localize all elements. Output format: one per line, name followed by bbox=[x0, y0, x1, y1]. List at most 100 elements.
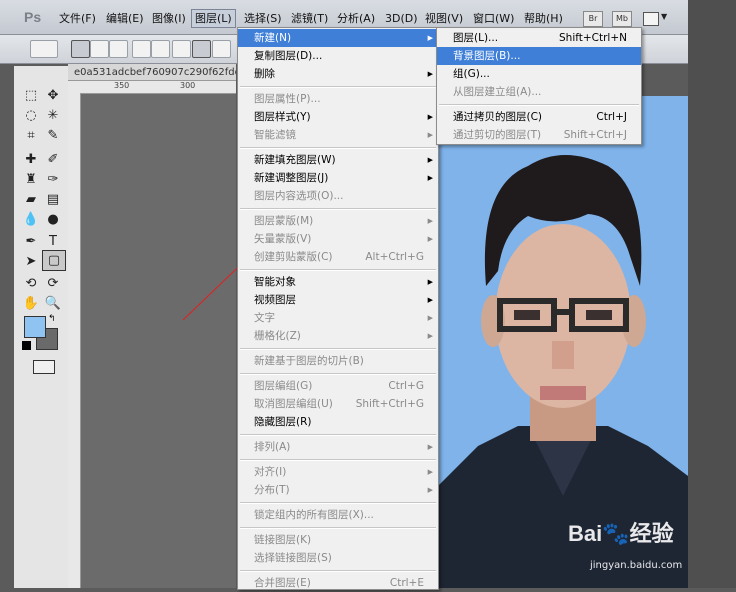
submenu-arrow-icon: ▶ bbox=[427, 468, 433, 476]
menu-item: 合并图层(E) Ctrl+E bbox=[238, 574, 438, 592]
submenu-arrow-icon: ▶ bbox=[427, 70, 433, 78]
menu-item[interactable]: 智能对象 ▶ bbox=[238, 273, 438, 291]
menu-separator bbox=[240, 527, 436, 529]
menu-item-label: 组(G)... bbox=[453, 68, 490, 80]
menu-item: 图层属性(P)... bbox=[238, 90, 438, 108]
menu-item: 智能滤镜 ▶ bbox=[238, 126, 438, 144]
menu-item[interactable]: 图层样式(Y) ▶ bbox=[238, 108, 438, 126]
menu-separator bbox=[240, 434, 436, 436]
menu-item-label: 选择链接图层(S) bbox=[254, 552, 332, 564]
menu-item: 对齐(I) ▶ bbox=[238, 463, 438, 481]
menu-item-label: 新建基于图层的切片(B) bbox=[254, 355, 364, 367]
menu-item[interactable]: 图层(L)... Shift+Ctrl+N bbox=[437, 29, 641, 47]
foreground-color-swatch[interactable] bbox=[24, 316, 46, 338]
menu-item-shortcut: Shift+Ctrl+J bbox=[563, 129, 627, 141]
menu-item[interactable]: 通过拷贝的图层(C) Ctrl+J bbox=[437, 108, 641, 126]
menu-item: 分布(T) ▶ bbox=[238, 481, 438, 499]
menu-item-label: 删除 bbox=[254, 68, 275, 80]
submenu-arrow-icon: ▶ bbox=[427, 296, 433, 304]
menu-item-label: 取消图层编组(U) bbox=[254, 398, 333, 410]
menu-item: 锁定组内的所有图层(X)... bbox=[238, 506, 438, 524]
menu-item-label: 智能滤镜 bbox=[254, 129, 296, 141]
menu-item: 图层蒙版(M) ▶ bbox=[238, 212, 438, 230]
menu-separator bbox=[240, 373, 436, 375]
submenu-arrow-icon: ▶ bbox=[427, 443, 433, 451]
menu-item: 图层内容选项(O)... bbox=[238, 187, 438, 205]
menu-item-label: 排列(A) bbox=[254, 441, 291, 453]
menu-item-label: 图层内容选项(O)... bbox=[254, 190, 344, 202]
menu-item-label: 图层样式(Y) bbox=[254, 111, 311, 123]
submenu-arrow-icon: ▶ bbox=[427, 278, 433, 286]
menu-item[interactable]: 新建(N) ▶ bbox=[238, 29, 438, 47]
menu-separator bbox=[240, 269, 436, 271]
menu-item[interactable]: 视频图层 ▶ bbox=[238, 291, 438, 309]
menu-item-label: 背景图层(B)... bbox=[453, 50, 521, 62]
submenu-arrow-icon: ▶ bbox=[427, 217, 433, 225]
menu-item-shortcut: Alt+Ctrl+G bbox=[365, 251, 424, 263]
menu-item-label: 分布(T) bbox=[254, 484, 290, 496]
submenu-arrow-icon: ▶ bbox=[427, 486, 433, 494]
menu-separator bbox=[439, 104, 639, 106]
menu-item-label: 隐藏图层(R) bbox=[254, 416, 312, 428]
menu-item-label: 链接图层(K) bbox=[254, 534, 312, 546]
menu-item-label: 矢量蒙版(V) bbox=[254, 233, 312, 245]
menu-item-label: 合并图层(E) bbox=[254, 577, 311, 589]
menu-item-label: 图层编组(G) bbox=[254, 380, 313, 392]
menu-item[interactable]: 新建填充图层(W) ▶ bbox=[238, 151, 438, 169]
menu-item[interactable]: 组(G)... bbox=[437, 65, 641, 83]
menu-separator bbox=[240, 570, 436, 572]
menu-separator bbox=[240, 208, 436, 210]
submenu-arrow-icon: ▶ bbox=[427, 235, 433, 243]
menu-item-shortcut: Shift+Ctrl+N bbox=[559, 32, 627, 44]
menu-item-label: 通过拷贝的图层(C) bbox=[453, 111, 543, 123]
menu-item[interactable]: 隐藏图层(R) bbox=[238, 413, 438, 431]
menu-item-label: 视频图层 bbox=[254, 294, 296, 306]
submenu-arrow-icon: ▶ bbox=[427, 332, 433, 340]
menu-item[interactable]: 删除 ▶ bbox=[238, 65, 438, 83]
menu-item-label: 锁定组内的所有图层(X)... bbox=[254, 509, 374, 521]
menu-item: 文字 ▶ bbox=[238, 309, 438, 327]
menu-item-label: 文字 bbox=[254, 312, 275, 324]
menu-item-label: 复制图层(D)... bbox=[254, 50, 323, 62]
submenu-arrow-icon: ▶ bbox=[427, 314, 433, 322]
menu-item-label: 图层属性(P)... bbox=[254, 93, 321, 105]
menu-item-label: 栅格化(Z) bbox=[254, 330, 301, 342]
submenu-arrow-icon: ▶ bbox=[427, 156, 433, 164]
menu-item: 排列(A) ▶ bbox=[238, 438, 438, 456]
menu-item: 选择链接图层(S) bbox=[238, 549, 438, 567]
menu-item[interactable]: 背景图层(B)... bbox=[437, 47, 641, 65]
layer-menu-dropdown: 新建(N) ▶ 复制图层(D)... 删除 ▶ 图层属性(P)... 图层样式(Y) ▶ 智能滤… bbox=[237, 27, 439, 590]
menu-item-shortcut: Ctrl+E bbox=[389, 577, 424, 589]
menu-item: 从图层建立组(A)... bbox=[437, 83, 641, 101]
submenu-arrow-icon: ▶ bbox=[427, 34, 433, 42]
menu-separator bbox=[240, 502, 436, 504]
menu-item: 链接图层(K) bbox=[238, 531, 438, 549]
menu-item: 通过剪切的图层(T) Shift+Ctrl+J bbox=[437, 126, 641, 144]
menu-item[interactable]: 复制图层(D)... bbox=[238, 47, 438, 65]
submenu-arrow-icon: ▶ bbox=[427, 113, 433, 121]
menu-separator bbox=[240, 459, 436, 461]
menu-item-label: 通过剪切的图层(T) bbox=[453, 129, 542, 141]
menu-item-shortcut: Ctrl+J bbox=[596, 111, 627, 123]
menu-item: 栅格化(Z) ▶ bbox=[238, 327, 438, 345]
menu-item: 图层编组(G) Ctrl+G bbox=[238, 377, 438, 395]
menu-item-label: 智能对象 bbox=[254, 276, 296, 288]
new-submenu: 图层(L)... Shift+Ctrl+N 背景图层(B)... 组(G)... 从图层… bbox=[436, 27, 642, 145]
menu-item-shortcut: Ctrl+G bbox=[388, 380, 424, 392]
menu-item: 新建基于图层的切片(B) bbox=[238, 352, 438, 370]
submenu-arrow-icon: ▶ bbox=[427, 131, 433, 139]
menu-item-shortcut: Shift+Ctrl+G bbox=[355, 398, 424, 410]
menu-separator bbox=[240, 147, 436, 149]
menu-item-label: 新建调整图层(J) bbox=[254, 172, 329, 184]
menu-separator bbox=[240, 86, 436, 88]
menu-item-label: 从图层建立组(A)... bbox=[453, 86, 542, 98]
menu-item-label: 对齐(I) bbox=[254, 466, 287, 478]
submenu-arrow-icon: ▶ bbox=[427, 174, 433, 182]
menu-item[interactable]: 新建调整图层(J) ▶ bbox=[238, 169, 438, 187]
menu-item: 矢量蒙版(V) ▶ bbox=[238, 230, 438, 248]
menu-item: 创建剪贴蒙版(C) Alt+Ctrl+G bbox=[238, 248, 438, 266]
menu-item-label: 新建(N) bbox=[254, 32, 292, 44]
watermark-url: jingyan.baidu.com bbox=[590, 560, 683, 571]
menu-item-label: 创建剪贴蒙版(C) bbox=[254, 251, 333, 263]
menu-separator bbox=[240, 348, 436, 350]
